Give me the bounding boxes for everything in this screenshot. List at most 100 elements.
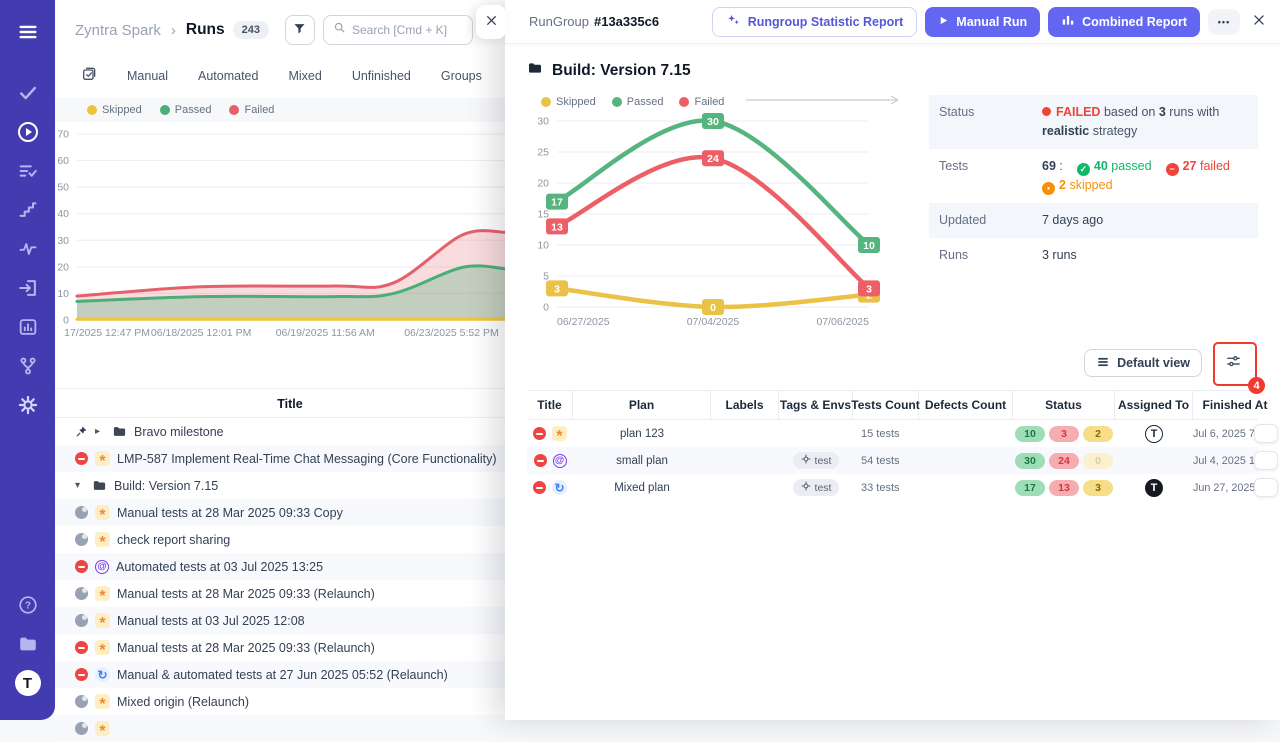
skipped-pill: 3	[1083, 480, 1113, 496]
run-row[interactable]: * Manual tests at 28 Mar 2025 09:33 (Rel…	[55, 634, 525, 661]
row-action-button[interactable]	[1254, 451, 1278, 470]
svg-text:06/18/2025 12:01 PM: 06/18/2025 12:01 PM	[151, 327, 251, 339]
close-icon	[1252, 13, 1266, 30]
row-action-button[interactable]	[1254, 424, 1278, 443]
run-row[interactable]: * Manual tests at 03 Jul 2025 12:08	[55, 607, 525, 634]
svg-text:07/06/2025: 07/06/2025	[816, 316, 869, 328]
help-icon[interactable]: ?	[10, 587, 46, 623]
tab-automated[interactable]: Automated	[198, 69, 258, 83]
run-title: Manual tests at 03 Jul 2025 12:08	[117, 614, 305, 628]
legend-passed[interactable]: Passed	[612, 96, 664, 108]
row-action-button[interactable]	[1254, 478, 1278, 497]
menu-icon[interactable]	[10, 14, 46, 50]
pin-icon	[75, 425, 88, 438]
breadcrumb-project[interactable]: Zyntra Spark	[75, 22, 161, 39]
more-actions-button[interactable]: •••	[1208, 9, 1240, 35]
manual-origin-icon: *	[95, 505, 110, 520]
app-logo[interactable]: T	[10, 665, 46, 701]
detail-row-status: Status FAILED based on 3 runs with reali…	[929, 95, 1258, 149]
table-row[interactable]: ↻ Mixed plan test 33 tests 17 13 3 T Jun…	[527, 474, 1258, 501]
finished-status-icon	[75, 614, 88, 627]
svg-text:3: 3	[554, 283, 560, 295]
caret-down-icon[interactable]: ▾	[75, 480, 85, 491]
run-row[interactable]: *	[55, 715, 525, 742]
run-row[interactable]: @ Automated tests at 03 Jul 2025 13:25	[55, 553, 525, 580]
combined-report-button[interactable]: Combined Report	[1048, 7, 1200, 37]
run-row[interactable]: ↻ Manual & automated tests at 27 Jun 202…	[55, 661, 525, 688]
run-row[interactable]: * check report sharing	[55, 526, 525, 553]
legend-failed[interactable]: Failed	[229, 104, 274, 116]
steps-icon[interactable]	[10, 192, 46, 228]
column-finished-at[interactable]: Finished At	[1193, 391, 1277, 419]
manual-run-button[interactable]: Manual Run	[925, 7, 1040, 37]
run-title: Manual tests at 28 Mar 2025 09:33 Copy	[117, 506, 343, 520]
column-labels[interactable]: Labels	[711, 391, 779, 419]
rungroup-chart-card: SkippedPassedFailed 05101520253006/27/20…	[527, 83, 919, 338]
table-row[interactable]: * plan 123 15 tests 10 3 2 T Jul 6, 2025…	[527, 420, 1258, 447]
finished-status-icon	[75, 587, 88, 600]
drawer-close-button[interactable]	[1252, 13, 1266, 30]
test-plans-icon[interactable]	[10, 153, 46, 189]
column-assigned-to[interactable]: Assigned To	[1115, 391, 1193, 419]
branches-icon[interactable]	[10, 348, 46, 384]
table-view-bar: Default view 4	[527, 348, 1258, 378]
search-box[interactable]	[323, 15, 473, 45]
tests-icon[interactable]	[10, 75, 46, 111]
plan-cell[interactable]: plan 123	[573, 428, 711, 440]
avatar[interactable]: T	[1145, 479, 1163, 497]
analytics-icon[interactable]	[10, 309, 46, 345]
svg-text:20: 20	[57, 261, 69, 273]
column-tags-envs[interactable]: Tags & Envs	[779, 391, 853, 419]
run-row[interactable]: ▾ Build: Version 7.15	[55, 472, 525, 499]
imports-icon[interactable]	[10, 270, 46, 306]
rungroup-statistic-report-button[interactable]: Rungroup Statistic Report	[712, 7, 918, 37]
manual-origin-icon: *	[95, 451, 110, 466]
legend-failed[interactable]: Failed	[679, 96, 724, 108]
column-title[interactable]: Title	[527, 391, 573, 419]
run-row[interactable]: * LMP-587 Implement Real-Time Chat Messa…	[55, 445, 525, 472]
tag-pill[interactable]: test	[793, 479, 840, 496]
tab-mixed[interactable]: Mixed	[288, 69, 321, 83]
table-settings-button[interactable]	[1216, 348, 1250, 378]
drawer-edge-close-button[interactable]	[476, 5, 506, 39]
run-row[interactable]: ▸ Bravo milestone	[55, 418, 525, 445]
assigned-cell: T	[1115, 425, 1193, 443]
run-title: Manual tests at 28 Mar 2025 09:33 (Relau…	[117, 587, 375, 601]
filter-button[interactable]	[285, 15, 315, 45]
passed-pill: 17	[1015, 480, 1045, 496]
pulse-icon[interactable]	[10, 231, 46, 267]
run-row[interactable]: * Manual tests at 28 Mar 2025 09:33 Copy	[55, 499, 525, 526]
column-defects-count[interactable]: Defects Count	[919, 391, 1013, 419]
legend-skipped[interactable]: Skipped	[541, 96, 596, 108]
skipped-dot-icon: •	[1042, 182, 1055, 195]
svg-text:3: 3	[866, 283, 872, 295]
plan-cell[interactable]: Mixed plan	[573, 482, 711, 494]
select-all-icon[interactable]	[81, 66, 97, 87]
caret-right-icon[interactable]: ▸	[95, 426, 105, 437]
folder-icon	[112, 424, 127, 439]
projects-folder-icon[interactable]	[10, 626, 46, 662]
status-value: FAILED	[1056, 105, 1100, 119]
run-row[interactable]: * Mixed origin (Relaunch)	[55, 688, 525, 715]
avatar[interactable]: T	[1145, 425, 1163, 443]
tab-manual[interactable]: Manual	[127, 69, 168, 83]
tag-pill[interactable]: test	[793, 452, 840, 469]
settings-gear-icon[interactable]	[10, 387, 46, 423]
legend-passed[interactable]: Passed	[160, 104, 212, 116]
search-input[interactable]	[352, 23, 463, 37]
default-view-button[interactable]: Default view	[1084, 349, 1202, 377]
table-row[interactable]: @ small plan test 54 tests 30 24 0 Jul 4…	[527, 447, 1258, 474]
column-status[interactable]: Status	[1013, 391, 1115, 419]
svg-text:24: 24	[707, 153, 719, 165]
legend-skipped[interactable]: Skipped	[87, 104, 142, 116]
column-tests-count[interactable]: Tests Count	[853, 391, 919, 419]
runs-icon[interactable]	[10, 114, 46, 150]
plan-cell[interactable]: small plan	[573, 455, 711, 467]
svg-text:0: 0	[710, 302, 716, 314]
tab-groups[interactable]: Groups	[441, 69, 482, 83]
funnel-icon	[292, 21, 307, 39]
run-row[interactable]: * Manual tests at 28 Mar 2025 09:33 (Rel…	[55, 580, 525, 607]
column-plan[interactable]: Plan	[573, 391, 711, 419]
tab-unfinished[interactable]: Unfinished	[352, 69, 411, 83]
failed-dot-icon	[1042, 107, 1051, 116]
